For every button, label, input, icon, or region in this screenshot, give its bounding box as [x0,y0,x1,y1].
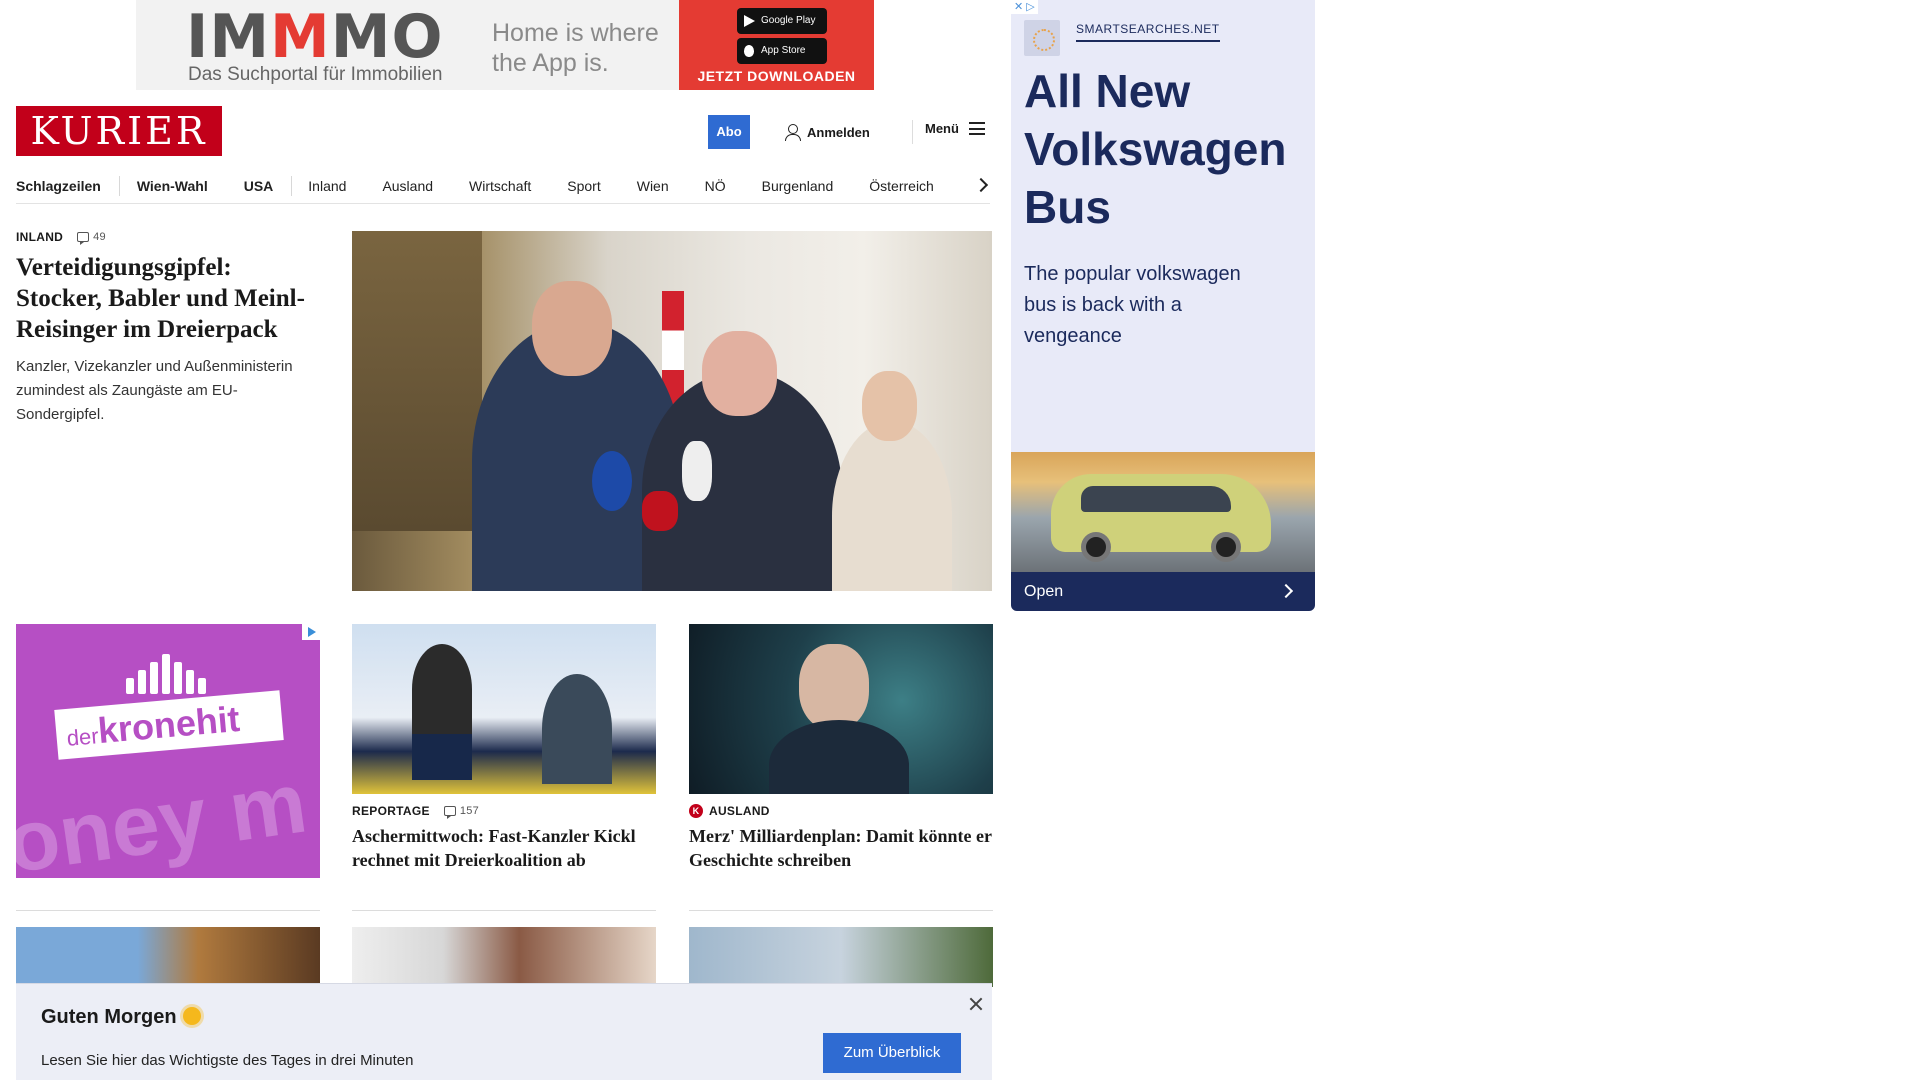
kronehit-bg-text: oney m [16,754,313,878]
card-comment-count[interactable]: 157 [443,805,480,819]
card-section: AUSLAND [709,804,770,818]
close-icon[interactable] [968,996,984,1012]
card-photo-merz[interactable] [689,624,993,794]
divider [689,910,993,911]
download-button[interactable]: JETZT DOWNLOADEN [679,68,874,84]
kronehit-ad[interactable]: derkronehit oney m [16,624,320,878]
immmo-logo: IMMMO [186,2,444,72]
painting-frame [352,231,482,531]
immmo-tagline: Das Suchportal für Immobilien [188,64,443,85]
ad-bus-image[interactable] [1011,452,1315,572]
wheel [1211,532,1241,562]
comment-icon [77,232,90,245]
card-photo-kickl[interactable] [352,624,656,794]
nav-item-wien[interactable]: Wien [637,178,669,194]
kronehit-crown-icon [126,654,208,694]
microphone-oe24 [642,491,678,531]
lead-title[interactable]: Verteidigungsgipfel: Stocker, Babler und… [16,252,316,345]
nav-item-usa[interactable]: USA [244,178,274,194]
lead-story[interactable]: INLAND 49 Verteidigungsgipfel: Stocker, … [16,230,316,427]
sponsor-name[interactable]: SMARTSEARCHES.NET [1076,22,1220,42]
google-play-badge[interactable]: Google Play [737,8,827,34]
nav-item-wirtschaft[interactable]: Wirtschaft [469,178,531,194]
briefing-text: Lesen Sie hier das Wichtigste des Tages … [41,1052,414,1069]
nav-divider [291,175,293,196]
nav-item-schlagzeilen[interactable]: Schlagzeilen [16,178,101,194]
card-comments: 157 [459,805,480,817]
person-merz [769,720,909,794]
lead-comments: 49 [93,231,106,243]
nav-item-ausland[interactable]: Ausland [382,178,433,194]
lead-section: INLAND [16,230,64,244]
immmo-banner-ad[interactable]: IMMMO Das Suchportal für Immobilien Home… [136,0,874,90]
microphone-white [682,441,712,501]
ad-choices-icon[interactable] [302,624,320,640]
app-store-badge[interactable]: App Store [737,38,827,64]
immmo-cta-panel[interactable]: Google Play App Store JETZT DOWNLOADEN [679,0,874,90]
user-icon [785,124,801,141]
abo-button[interactable]: Abo [708,115,750,149]
divider [16,910,320,911]
morning-briefing-banner: Guten Morgen Lesen Sie hier das Wichtigs… [16,983,992,1080]
nav-item-sport[interactable]: Sport [567,178,600,194]
login-button[interactable]: Anmelden [785,121,870,143]
ad-body: The popular volkswagen bus is back with … [1024,263,1241,347]
microphone-puls24 [592,451,632,511]
card-merz[interactable]: AUSLAND Merz' Milliardenplan: Damit könn… [689,804,993,872]
face-left [532,281,612,376]
sponsor-logo [1024,20,1060,56]
comment-icon [443,806,456,819]
lead-comment-count[interactable]: 49 [77,231,106,245]
briefing-title: Guten Morgen [41,1006,201,1029]
face-merz [799,644,869,730]
nav-item-burgenland[interactable]: Burgenland [762,178,834,194]
nav-item-wien-wahl[interactable]: Wien-Wahl [137,178,208,194]
nav-divider [118,175,120,196]
card-photo-row3-2[interactable] [352,927,656,987]
card-photo-row3-3[interactable] [689,927,993,987]
person-right [832,421,952,591]
nav-item-inland[interactable]: Inland [308,178,346,194]
nav-item-oesterreich[interactable]: Österreich [869,178,934,194]
person-front [542,674,612,784]
lead-kicker: INLAND 49 [16,230,316,245]
header-divider [912,120,913,144]
lead-teaser: Kanzler, Vizekanzler und Außenministerin… [16,358,293,423]
ad-open-button[interactable]: Open [1011,572,1315,611]
wheel [1081,532,1111,562]
face-center [702,331,777,416]
nav-item-noe[interactable]: NÖ [705,178,726,194]
ad-open-label: Open [1024,583,1064,600]
kurier-logo[interactable]: KURIER [16,106,222,156]
sun-icon [182,1007,201,1025]
ad-headline[interactable]: All New Volkswagen Bus [1024,62,1304,236]
card-title[interactable]: Aschermittwoch: Fast-Kanzler Kickl rechn… [352,824,656,872]
card-photo-row3-1[interactable] [16,927,320,987]
menu-button[interactable]: Menü [925,121,985,136]
menu-label: Menü [925,121,959,136]
divider [352,910,656,911]
card-section: REPORTAGE [352,804,430,818]
card-kicker: AUSLAND [689,804,993,818]
card-title[interactable]: Merz' Milliardenplan: Damit könnte er Ge… [689,824,993,872]
podium-screen [412,734,472,780]
lead-photo[interactable] [352,231,992,591]
immmo-slogan: Home is where the App is. [492,19,659,77]
nav-next-arrow-icon[interactable] [973,177,989,193]
kronehit-logo: derkronehit [54,690,284,760]
card-kickl[interactable]: REPORTAGE 157 Aschermittwoch: Fast-Kanzl… [352,804,656,872]
login-label: Anmelden [807,124,870,140]
hamburger-icon [968,122,985,135]
face-right [862,371,917,441]
card-kicker: REPORTAGE 157 [352,804,656,819]
vw-bus [1051,474,1271,562]
kurier-plus-icon [689,804,703,818]
ad-choices-icon[interactable]: ✕ ▷ [1011,0,1038,14]
overview-button[interactable]: Zum Überblick [823,1033,961,1073]
volkswagen-sidebar-ad[interactable]: ✕ ▷ SMARTSEARCHES.NET All New Volkswagen… [1011,0,1315,611]
section-nav: Schlagzeilen Wien-Wahl USA Inland Auslan… [16,168,990,204]
chevron-right-icon [1278,583,1294,599]
person-back [412,644,472,734]
